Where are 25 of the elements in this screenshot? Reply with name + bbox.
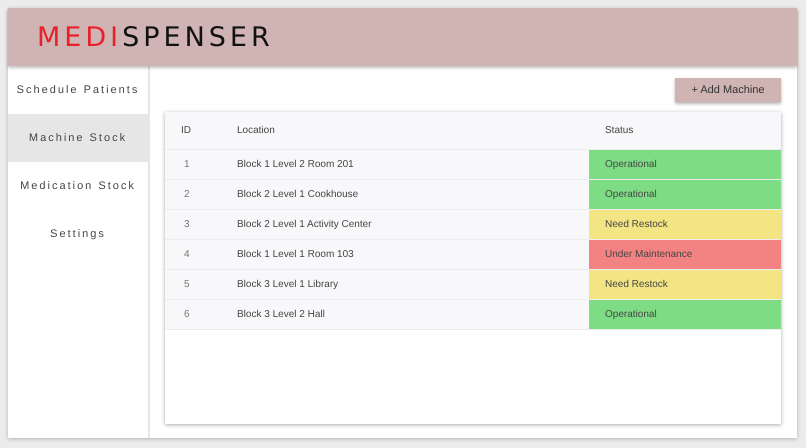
column-header: Status (604, 124, 634, 138)
status-cell: Need Restock (589, 210, 781, 239)
table-cell-text: Block 2 Level 1 Cookhouse (237, 188, 360, 202)
add-machine-button[interactable]: + Add Machine (675, 78, 781, 102)
table-cell-text: 1 (183, 158, 191, 172)
table-cell-text: 3 (183, 218, 191, 232)
table-cell-text: 4 (183, 248, 191, 262)
sidebar-item[interactable]: Machine Stock (8, 114, 148, 162)
status-cell: Under Maintenance (589, 240, 781, 269)
table-cell-text: Block 3 Level 2 Hall (237, 308, 326, 322)
column-header: Location (237, 124, 276, 138)
column-header: ID (180, 124, 192, 138)
logo-text: SPENSER (122, 22, 274, 52)
status-cell: Need Restock (589, 270, 781, 299)
table-cell-text: Block 1 Level 2 Room 201 (237, 158, 355, 172)
status-cell: Operational (589, 150, 781, 179)
status-cell: Operational (589, 180, 781, 209)
status-cell: Operational (589, 300, 781, 329)
table-cell-text: Block 1 Level 1 Room 103 (237, 248, 355, 262)
table-cell-text: 6 (183, 308, 191, 322)
table-cell-text: Block 2 Level 1 Activity Center (237, 218, 373, 232)
table-cell-text: 2 (183, 188, 191, 202)
table-cell-text: Block 3 Level 1 Library (237, 278, 340, 292)
logo-text: MEDI (37, 22, 122, 52)
table-cell-text: 5 (183, 278, 191, 292)
